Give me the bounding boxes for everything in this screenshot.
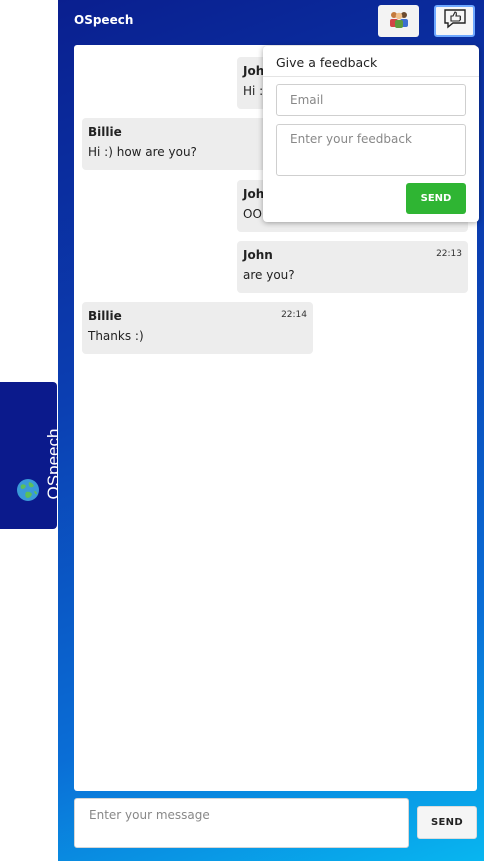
send-feedback-button[interactable]: SEND [406,183,466,214]
message-time: 22:14 [281,310,307,320]
message-text: Hi :) how are you? [88,145,197,159]
email-field[interactable]: Email [276,84,466,116]
feedback-button[interactable] [434,5,475,37]
message-author: Joh [243,187,265,201]
message-text: OO [243,207,262,221]
users-icon [387,9,411,33]
ospeech-side-tab[interactable]: OSpeech [0,382,63,529]
send-message-button[interactable]: SEND [417,806,477,839]
message-input[interactable]: Enter your message [74,798,409,848]
message-item: John 22:13 are you? [237,241,468,293]
divider [263,76,479,77]
message-text: Thanks :) [88,329,144,343]
message-time: 22:13 [436,249,462,259]
app-title: OSpeech [74,13,134,27]
message-text: Hi : [243,84,264,98]
users-button[interactable] [378,5,419,37]
message-text: are you? [243,268,295,282]
feedback-textarea[interactable]: Enter your feedback [276,124,466,176]
message-item: Billie 22:14 Thanks :) [82,302,313,354]
message-author: John [243,248,273,262]
message-author: Billie [88,125,122,139]
globe-icon [16,478,40,502]
message-author: Billie [88,309,122,323]
chat-panel: OSpeech John Hi : Billie Hi:) how are y… [58,0,484,861]
feedback-title: Give a feedback [276,55,378,70]
thumbs-up-chat-icon [443,8,467,34]
feedback-popover: Give a feedback Email Enter your feedbac… [263,46,479,222]
